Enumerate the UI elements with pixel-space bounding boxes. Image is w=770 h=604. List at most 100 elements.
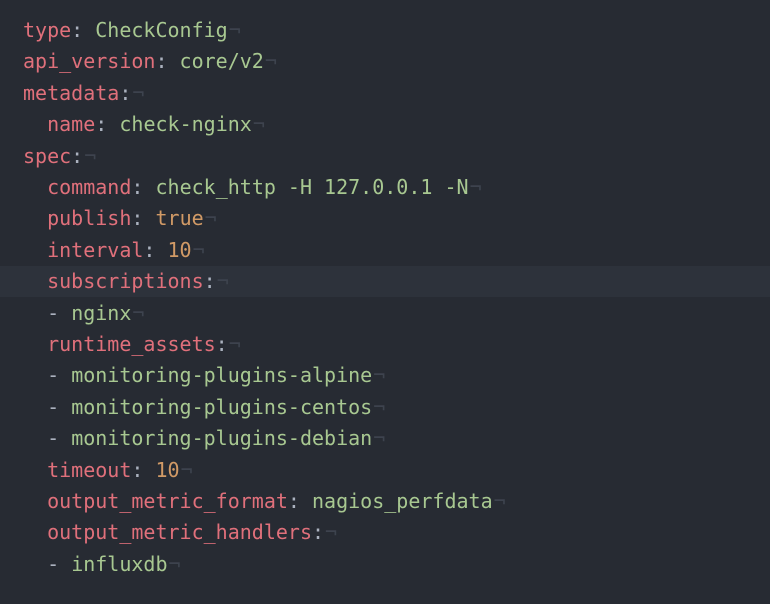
end-of-line-marker: ¬ xyxy=(192,237,205,262)
code-line[interactable]: - influxdb¬ xyxy=(0,549,770,580)
end-of-line-marker: ¬ xyxy=(204,206,217,231)
key-separator: : xyxy=(71,18,96,42)
end-of-line-marker: ¬ xyxy=(373,394,386,419)
yaml-value: 10 xyxy=(155,457,180,482)
end-of-line-marker: ¬ xyxy=(469,175,482,199)
code-line[interactable]: api_version: core/v2¬ xyxy=(0,46,770,77)
end-of-line-marker: ¬ xyxy=(373,363,386,388)
code-line-content: spec:¬ xyxy=(23,141,96,172)
yaml-key: runtime_assets xyxy=(47,332,216,356)
code-line[interactable]: - monitoring-plugins-debian¬ xyxy=(0,423,770,454)
code-line-content: output_metric_handlers:¬ xyxy=(23,517,337,548)
end-of-line-marker: ¬ xyxy=(228,332,241,356)
yaml-value: core/v2 xyxy=(179,49,264,74)
partial-line-document-start: --- xyxy=(23,0,59,11)
code-line[interactable]: interval: 10¬ xyxy=(0,235,770,266)
yaml-value: check_http -H 127.0.0.1 -N xyxy=(155,175,469,199)
end-of-line-marker: ¬ xyxy=(132,80,145,105)
yaml-value: 10 xyxy=(167,237,192,262)
code-line-content: - monitoring-plugins-alpine¬ xyxy=(23,360,385,391)
yaml-value: influxdb xyxy=(71,551,168,576)
code-line[interactable]: timeout: 10¬ xyxy=(0,455,770,486)
yaml-value: nginx xyxy=(71,300,132,325)
end-of-line-marker: ¬ xyxy=(264,49,277,74)
code-line-content: type: CheckConfig¬ xyxy=(23,15,241,46)
code-line[interactable]: spec:¬ xyxy=(0,141,770,172)
yaml-value: true xyxy=(155,206,204,231)
key-separator: : xyxy=(312,520,325,545)
code-line-content: metadata:¬ xyxy=(23,78,144,109)
code-line[interactable]: - monitoring-plugins-alpine¬ xyxy=(0,360,770,391)
yaml-value: monitoring-plugins-alpine xyxy=(71,363,373,388)
key-separator: : xyxy=(131,175,156,199)
yaml-key: name xyxy=(47,112,96,137)
code-line-content: name: check-nginx¬ xyxy=(23,109,265,140)
code-line[interactable]: - nginx¬ xyxy=(0,298,770,329)
code-line-content: command: check_http -H 127.0.0.1 -N¬ xyxy=(23,172,482,203)
key-separator: : xyxy=(95,112,120,137)
yaml-key: command xyxy=(47,175,132,199)
code-line-content: interval: 10¬ xyxy=(23,235,205,266)
key-separator: : xyxy=(131,457,156,482)
end-of-line-marker: ¬ xyxy=(228,18,241,42)
end-of-line-marker: ¬ xyxy=(252,112,265,137)
code-line-current[interactable]: subscriptions:¬ xyxy=(0,266,770,298)
code-line-content: subscriptions:¬ xyxy=(23,266,229,297)
yaml-key: timeout xyxy=(47,457,132,482)
key-separator: : xyxy=(119,80,132,105)
code-line[interactable]: output_metric_format: nagios_perfdata¬ xyxy=(0,486,770,517)
end-of-line-marker: ¬ xyxy=(325,520,338,545)
yaml-value: nagios_perfdata xyxy=(312,489,493,513)
code-line-content: - influxdb¬ xyxy=(23,549,181,580)
key-separator: : xyxy=(287,489,313,513)
yaml-key: spec xyxy=(23,143,72,168)
code-line[interactable]: name: check-nginx¬ xyxy=(0,109,770,140)
yaml-value: monitoring-plugins-centos xyxy=(71,394,373,419)
key-separator: : xyxy=(131,206,156,231)
code-line-content: - nginx¬ xyxy=(23,298,144,329)
key-separator: : xyxy=(71,143,84,168)
end-of-line-marker: ¬ xyxy=(168,551,181,576)
yaml-key: metadata xyxy=(23,80,120,105)
end-of-line-marker: ¬ xyxy=(216,269,229,294)
code-line[interactable]: output_metric_handlers:¬ xyxy=(0,517,770,548)
code-line-content: api_version: core/v2¬ xyxy=(23,46,277,77)
yaml-value: check-nginx xyxy=(119,112,252,137)
yaml-key: interval xyxy=(47,237,144,262)
list-dash: - xyxy=(47,363,72,388)
list-dash: - xyxy=(47,426,72,451)
code-line-content: output_metric_format: nagios_perfdata¬ xyxy=(23,486,506,517)
end-of-line-marker: ¬ xyxy=(373,426,386,451)
yaml-key: type xyxy=(23,18,72,42)
end-of-line-marker: ¬ xyxy=(180,457,193,482)
yaml-value: monitoring-plugins-debian xyxy=(71,426,373,451)
code-line[interactable]: type: CheckConfig¬ xyxy=(0,15,770,46)
code-line[interactable]: command: check_http -H 127.0.0.1 -N¬ xyxy=(0,172,770,203)
yaml-key: output_metric_format xyxy=(47,489,288,513)
code-editor[interactable]: --- type: CheckConfig¬api_version: core/… xyxy=(0,0,770,604)
end-of-line-marker: ¬ xyxy=(132,300,145,325)
list-dash: - xyxy=(47,551,72,576)
key-separator: : xyxy=(215,332,228,356)
code-line[interactable]: runtime_assets:¬ xyxy=(0,329,770,360)
yaml-value: CheckConfig xyxy=(95,18,228,42)
code-line[interactable]: - monitoring-plugins-centos¬ xyxy=(0,392,770,423)
list-dash: - xyxy=(47,394,72,419)
yaml-key: output_metric_handlers xyxy=(47,520,312,545)
key-separator: : xyxy=(203,269,216,294)
code-line[interactable]: metadata:¬ xyxy=(0,78,770,109)
yaml-key: subscriptions xyxy=(47,269,204,294)
code-line[interactable]: publish: true¬ xyxy=(0,203,770,234)
